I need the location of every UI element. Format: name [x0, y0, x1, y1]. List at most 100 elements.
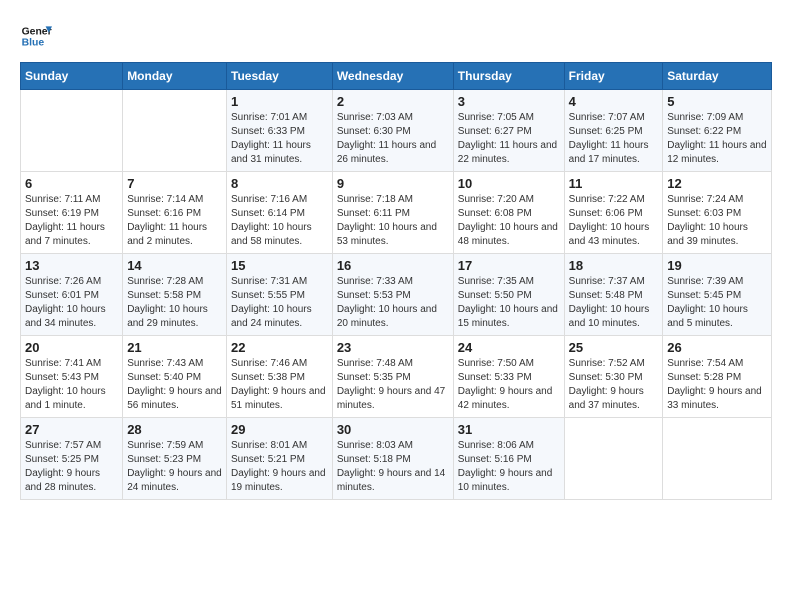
calendar-cell: 10 Sunrise: 7:20 AM Sunset: 6:08 PM Dayli… [453, 172, 564, 254]
day-info: Sunrise: 7:39 AM Sunset: 5:45 PM Dayligh… [667, 275, 767, 331]
calendar-cell: 23 Sunrise: 7:48 AM Sunset: 5:35 PM Dayli… [332, 336, 453, 418]
day-number: 1 [231, 94, 328, 109]
week-row: 27 Sunrise: 7:57 AM Sunset: 5:25 PM Dayli… [21, 418, 772, 500]
day-number: 23 [337, 340, 449, 355]
calendar-cell: 18 Sunrise: 7:37 AM Sunset: 5:48 PM Dayli… [564, 254, 663, 336]
day-number: 10 [458, 176, 560, 191]
calendar-cell: 20 Sunrise: 7:41 AM Sunset: 5:43 PM Dayli… [21, 336, 123, 418]
header-cell-wednesday: Wednesday [332, 63, 453, 90]
logo: General Blue [20, 20, 56, 52]
calendar-cell: 9 Sunrise: 7:18 AM Sunset: 6:11 PM Daylig… [332, 172, 453, 254]
day-info: Sunrise: 8:03 AM Sunset: 5:18 PM Dayligh… [337, 439, 449, 495]
calendar-cell [564, 418, 663, 500]
day-info: Sunrise: 7:11 AM Sunset: 6:19 PM Dayligh… [25, 193, 118, 249]
calendar-cell: 2Sunrise: 7:03 AM Sunset: 6:30 PM Daylig… [332, 90, 453, 172]
day-number: 12 [667, 176, 767, 191]
calendar-cell: 28Sunrise: 7:59 AM Sunset: 5:23 PM Dayli… [123, 418, 227, 500]
day-info: Sunrise: 8:01 AM Sunset: 5:21 PM Dayligh… [231, 439, 328, 495]
week-row: 1 Sunrise: 7:01 AM Sunset: 6:33 PM Daylig… [21, 90, 772, 172]
svg-text:Blue: Blue [22, 38, 45, 49]
day-info: Sunrise: 7:37 AM Sunset: 5:48 PM Dayligh… [569, 275, 659, 331]
day-number: 26 [667, 340, 767, 355]
calendar-cell [123, 90, 227, 172]
day-info: Sunrise: 7:01 AM Sunset: 6:33 PM Dayligh… [231, 111, 328, 167]
header-cell-friday: Friday [564, 63, 663, 90]
week-row: 20 Sunrise: 7:41 AM Sunset: 5:43 PM Dayli… [21, 336, 772, 418]
calendar-table: SundayMondayTuesdayWednesdayThursdayFrid… [20, 62, 772, 500]
day-number: 30 [337, 422, 449, 437]
calendar-cell: 1 Sunrise: 7:01 AM Sunset: 6:33 PM Daylig… [227, 90, 333, 172]
calendar-cell: 29 Sunrise: 8:01 AM Sunset: 5:21 PM Dayli… [227, 418, 333, 500]
calendar-cell: 13 Sunrise: 7:26 AM Sunset: 6:01 PM Dayli… [21, 254, 123, 336]
day-info: Sunrise: 7:14 AM Sunset: 6:16 PM Dayligh… [127, 193, 222, 249]
day-number: 19 [667, 258, 767, 273]
calendar-cell: 12Sunrise: 7:24 AM Sunset: 6:03 PM Dayli… [663, 172, 772, 254]
header-cell-saturday: Saturday [663, 63, 772, 90]
day-number: 2 [337, 94, 449, 109]
calendar-cell: 19 Sunrise: 7:39 AM Sunset: 5:45 PM Dayli… [663, 254, 772, 336]
day-number: 22 [231, 340, 328, 355]
day-number: 15 [231, 258, 328, 273]
calendar-cell [21, 90, 123, 172]
day-info: Sunrise: 7:20 AM Sunset: 6:08 PM Dayligh… [458, 193, 560, 249]
day-info: Sunrise: 7:33 AM Sunset: 5:53 PM Dayligh… [337, 275, 449, 331]
calendar-cell: 16 Sunrise: 7:33 AM Sunset: 5:53 PM Dayli… [332, 254, 453, 336]
calendar-cell: 31Sunrise: 8:06 AM Sunset: 5:16 PM Dayli… [453, 418, 564, 500]
day-info: Sunrise: 7:07 AM Sunset: 6:25 PM Dayligh… [569, 111, 659, 167]
day-number: 17 [458, 258, 560, 273]
header-cell-thursday: Thursday [453, 63, 564, 90]
calendar-cell: 26 Sunrise: 7:54 AM Sunset: 5:28 PM Dayli… [663, 336, 772, 418]
calendar-cell: 4 Sunrise: 7:07 AM Sunset: 6:25 PM Daylig… [564, 90, 663, 172]
day-number: 8 [231, 176, 328, 191]
day-info: Sunrise: 7:31 AM Sunset: 5:55 PM Dayligh… [231, 275, 328, 331]
day-number: 28 [127, 422, 222, 437]
header-cell-monday: Monday [123, 63, 227, 90]
calendar-cell [663, 418, 772, 500]
day-number: 5 [667, 94, 767, 109]
day-info: Sunrise: 7:57 AM Sunset: 5:25 PM Dayligh… [25, 439, 118, 495]
day-number: 9 [337, 176, 449, 191]
day-number: 24 [458, 340, 560, 355]
calendar-cell: 21 Sunrise: 7:43 AM Sunset: 5:40 PM Dayli… [123, 336, 227, 418]
day-info: Sunrise: 7:46 AM Sunset: 5:38 PM Dayligh… [231, 357, 328, 413]
calendar-cell: 24 Sunrise: 7:50 AM Sunset: 5:33 PM Dayli… [453, 336, 564, 418]
day-number: 6 [25, 176, 118, 191]
day-info: Sunrise: 7:22 AM Sunset: 6:06 PM Dayligh… [569, 193, 659, 249]
day-info: Sunrise: 7:50 AM Sunset: 5:33 PM Dayligh… [458, 357, 560, 413]
calendar-body: 1 Sunrise: 7:01 AM Sunset: 6:33 PM Daylig… [21, 90, 772, 500]
day-info: Sunrise: 7:18 AM Sunset: 6:11 PM Dayligh… [337, 193, 449, 249]
calendar-cell: 14Sunrise: 7:28 AM Sunset: 5:58 PM Dayli… [123, 254, 227, 336]
day-info: Sunrise: 7:41 AM Sunset: 5:43 PM Dayligh… [25, 357, 118, 413]
day-number: 25 [569, 340, 659, 355]
day-info: Sunrise: 8:06 AM Sunset: 5:16 PM Dayligh… [458, 439, 560, 495]
page-header: General Blue [20, 20, 772, 52]
day-info: Sunrise: 7:48 AM Sunset: 5:35 PM Dayligh… [337, 357, 449, 413]
calendar-cell: 22 Sunrise: 7:46 AM Sunset: 5:38 PM Dayli… [227, 336, 333, 418]
day-number: 7 [127, 176, 222, 191]
day-number: 13 [25, 258, 118, 273]
day-info: Sunrise: 7:26 AM Sunset: 6:01 PM Dayligh… [25, 275, 118, 331]
day-number: 27 [25, 422, 118, 437]
day-number: 16 [337, 258, 449, 273]
day-number: 21 [127, 340, 222, 355]
day-number: 20 [25, 340, 118, 355]
day-number: 14 [127, 258, 222, 273]
calendar-cell: 30 Sunrise: 8:03 AM Sunset: 5:18 PM Dayli… [332, 418, 453, 500]
day-info: Sunrise: 7:43 AM Sunset: 5:40 PM Dayligh… [127, 357, 222, 413]
day-info: Sunrise: 7:35 AM Sunset: 5:50 PM Dayligh… [458, 275, 560, 331]
calendar-cell: 3Sunrise: 7:05 AM Sunset: 6:27 PM Daylig… [453, 90, 564, 172]
day-info: Sunrise: 7:54 AM Sunset: 5:28 PM Dayligh… [667, 357, 767, 413]
day-number: 18 [569, 258, 659, 273]
calendar-cell: 17 Sunrise: 7:35 AM Sunset: 5:50 PM Dayli… [453, 254, 564, 336]
week-row: 6 Sunrise: 7:11 AM Sunset: 6:19 PM Daylig… [21, 172, 772, 254]
calendar-header: SundayMondayTuesdayWednesdayThursdayFrid… [21, 63, 772, 90]
day-info: Sunrise: 7:05 AM Sunset: 6:27 PM Dayligh… [458, 111, 560, 167]
logo-icon: General Blue [20, 20, 52, 52]
day-info: Sunrise: 7:16 AM Sunset: 6:14 PM Dayligh… [231, 193, 328, 249]
calendar-cell: 6 Sunrise: 7:11 AM Sunset: 6:19 PM Daylig… [21, 172, 123, 254]
day-info: Sunrise: 7:52 AM Sunset: 5:30 PM Dayligh… [569, 357, 659, 413]
day-number: 29 [231, 422, 328, 437]
calendar-cell: 27 Sunrise: 7:57 AM Sunset: 5:25 PM Dayli… [21, 418, 123, 500]
day-number: 4 [569, 94, 659, 109]
header-row: SundayMondayTuesdayWednesdayThursdayFrid… [21, 63, 772, 90]
